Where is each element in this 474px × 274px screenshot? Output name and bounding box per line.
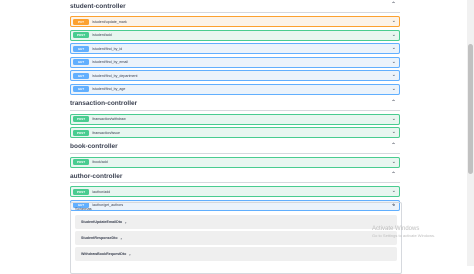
- page-scrollbar[interactable]: [467, 0, 474, 266]
- chevron-down-icon[interactable]: ⌄: [392, 45, 396, 51]
- schema-item[interactable]: WithdrawBookRequestDto ›: [75, 247, 397, 261]
- method-badge: GET: [73, 86, 89, 93]
- operation-row[interactable]: POST/author/add ⌄: [70, 186, 400, 198]
- schema-name: StudentUpdateEmailDto: [81, 220, 123, 224]
- operation-path: /author/add: [92, 189, 111, 194]
- section-1: transaction-controller ⌃ POST/transaction/…: [70, 98, 400, 139]
- chevron-right-icon[interactable]: ›: [129, 252, 130, 257]
- method-badge: POST: [73, 116, 89, 123]
- operation-row[interactable]: POST/transaction/issue ⌄: [70, 127, 400, 139]
- section-title: author-controller: [70, 172, 123, 180]
- operation-row[interactable]: POST/book/add ⌄: [70, 156, 400, 168]
- chevron-down-icon[interactable]: ⌄: [392, 116, 396, 122]
- chevron-down-icon[interactable]: ⌄: [392, 86, 396, 92]
- scrollbar-thumb[interactable]: [468, 44, 473, 174]
- activate-windows-watermark: Activate Windows Go to Settings to activ…: [372, 226, 435, 238]
- method-badge: GET: [73, 59, 89, 66]
- chevron-right-icon[interactable]: ›: [125, 220, 126, 225]
- operation-path: /transaction/issue: [92, 130, 120, 135]
- operation-path: /student/find_by_department: [92, 73, 138, 78]
- chevron-up-icon[interactable]: ⌃: [391, 99, 396, 106]
- chevron-down-icon[interactable]: ⌄: [392, 129, 396, 135]
- chevron-down-icon[interactable]: ⌄: [392, 18, 396, 24]
- method-badge: GET: [73, 45, 89, 52]
- chevron-down-icon[interactable]: ⌄: [392, 72, 396, 78]
- operation-row[interactable]: GET/student/find_by_email ⌄: [70, 56, 400, 68]
- operation-row[interactable]: POST/transaction/withdraw ⌄: [70, 113, 400, 125]
- chevron-up-icon[interactable]: ⌃: [391, 1, 396, 8]
- operation-path: /student/find_by_age: [92, 87, 126, 92]
- operation-path: /transaction/withdraw: [92, 117, 126, 122]
- section-header[interactable]: book-controller ⌃: [70, 141, 400, 154]
- schema-name: WithdrawBookRequestDto: [81, 252, 127, 256]
- section-title: student-controller: [70, 2, 126, 10]
- schema-list: StudentUpdateEmailDto › StudentResponseDto…: [71, 215, 401, 261]
- schemas-title: Schemas: [75, 205, 92, 211]
- chevron-down-icon[interactable]: ⌄: [392, 188, 396, 194]
- section-title: transaction-controller: [70, 100, 138, 108]
- section-header[interactable]: transaction-controller ⌃: [70, 98, 400, 111]
- chevron-up-icon[interactable]: ⌃: [391, 142, 396, 149]
- chevron-down-icon[interactable]: ⌄: [392, 32, 396, 38]
- watermark-line1: Activate Windows: [372, 226, 420, 232]
- chevron-down-icon[interactable]: ⌄: [392, 159, 396, 165]
- method-badge: GET: [73, 72, 89, 79]
- schemas-panel: Schemas ⌃ StudentUpdateEmailDto › StudentR…: [70, 202, 402, 274]
- operation-row[interactable]: GET/student/find_by_age ⌄: [70, 83, 400, 95]
- operation-row[interactable]: GET/student/find_by_department ⌄: [70, 70, 400, 82]
- section-title: book-controller: [70, 143, 118, 151]
- schema-item[interactable]: StudentUpdateEmailDto ›: [75, 215, 397, 229]
- section-header[interactable]: author-controller ⌃: [70, 170, 400, 184]
- chevron-up-icon[interactable]: ⌃: [391, 171, 396, 178]
- method-badge: PUT: [73, 18, 89, 25]
- section-2: book-controller ⌃ POST/book/add ⌄: [70, 141, 400, 168]
- api-sections: student-controller ⌃ PUT/student/update_ma…: [70, 0, 400, 214]
- schema-name: StudentResponseDto: [81, 236, 118, 240]
- section-0: student-controller ⌃ PUT/student/update_ma…: [70, 0, 400, 95]
- operation-path: /student/find_by_id: [92, 46, 123, 51]
- chevron-up-icon[interactable]: ⌃: [391, 203, 396, 210]
- operation-path: /student/add: [92, 33, 112, 38]
- operation-path: /book/add: [92, 160, 108, 165]
- method-badge: POST: [73, 129, 89, 136]
- watermark-line2: Go to Settings to activate Windows.: [372, 233, 436, 238]
- chevron-down-icon[interactable]: ⌄: [392, 59, 396, 65]
- schemas-header[interactable]: Schemas ⌃: [71, 203, 401, 213]
- schema-item[interactable]: StudentResponseDto ›: [75, 231, 397, 245]
- section-header[interactable]: student-controller ⌃: [70, 0, 400, 13]
- operation-row[interactable]: GET/student/find_by_id ⌄: [70, 43, 400, 55]
- chevron-right-icon[interactable]: ›: [121, 236, 122, 241]
- method-badge: POST: [73, 188, 89, 195]
- operation-path: /student/find_by_email: [92, 60, 128, 65]
- operation-row[interactable]: POST/student/add ⌄: [70, 29, 400, 41]
- operation-row[interactable]: PUT/student/update_mark ⌄: [70, 16, 400, 27]
- method-badge: POST: [73, 159, 89, 166]
- method-badge: POST: [73, 32, 89, 39]
- operation-path: /student/update_mark: [92, 19, 127, 24]
